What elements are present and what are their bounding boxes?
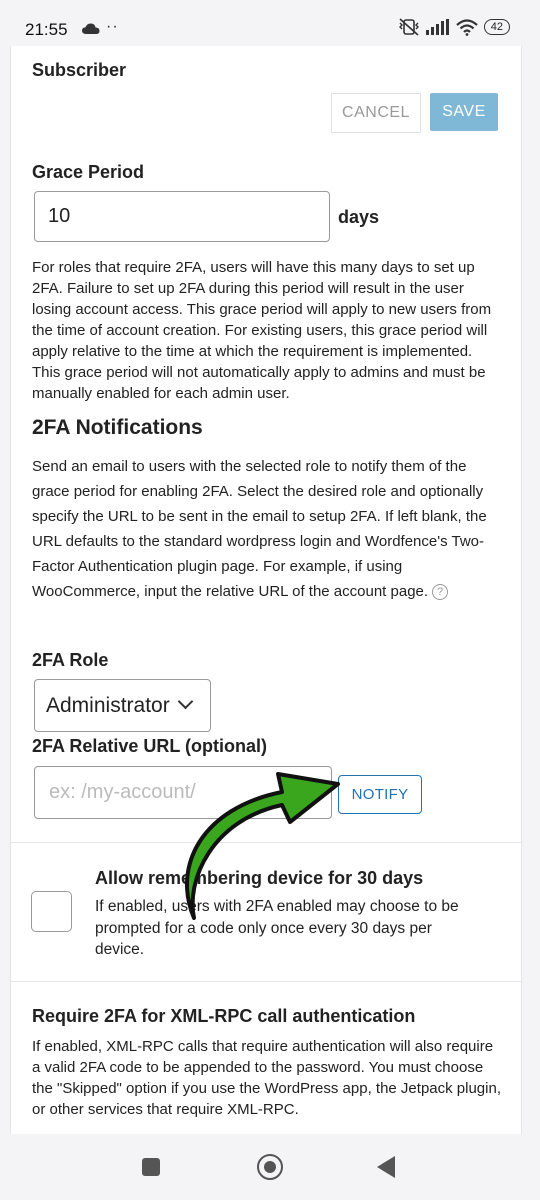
remember-device-checkbox[interactable] (31, 891, 72, 932)
xmlrpc-description: If enabled, XML-RPC calls that require a… (32, 1038, 501, 1118)
divider (11, 981, 521, 982)
grace-description: For roles that require 2FA, users will h… (32, 259, 492, 402)
url-label: 2FA Relative URL (optional) (32, 736, 268, 756)
status-bar: 21:55 ·· 42 (0, 0, 540, 50)
save-button[interactable]: SAVE (430, 93, 498, 131)
help-icon[interactable]: ? (432, 584, 449, 600)
chevron-down-icon (177, 693, 193, 710)
divider (11, 842, 521, 843)
battery-icon: 42 (483, 19, 510, 35)
settings-card: Subscriber CANCEL SAVE Grace Period 10 d… (10, 46, 522, 1134)
wifi-icon (456, 18, 478, 36)
status-indicators: 42 (398, 18, 510, 36)
notifications-description-text: Send an email to users with the selected… (32, 458, 487, 600)
vibrate-off-icon (398, 18, 419, 36)
role-label: 2FA Role (32, 650, 109, 670)
signal-icon (425, 19, 449, 35)
remember-device-description: If enabled, users with 2FA enabled may c… (95, 898, 459, 958)
cloud-icon (82, 22, 100, 40)
back-icon[interactable] (377, 1156, 395, 1178)
role-select[interactable]: Administrator (34, 679, 211, 732)
notify-button[interactable]: NOTIFY (338, 775, 422, 814)
grace-period-input[interactable]: 10 (34, 191, 330, 242)
more-notifications-icon: ·· (106, 18, 119, 35)
system-nav-bar (0, 1134, 540, 1200)
remember-device-title: Allow remembering device for 30 days (95, 868, 424, 888)
xmlrpc-title: Require 2FA for XML-RPC call authenticat… (32, 1006, 416, 1026)
recent-apps-icon[interactable] (142, 1158, 160, 1176)
home-icon[interactable] (257, 1154, 283, 1180)
grace-period-label: Grace Period (32, 162, 145, 182)
grace-unit-label: days (338, 207, 380, 227)
cancel-button[interactable]: CANCEL (331, 93, 421, 133)
notifications-heading: 2FA Notifications (32, 416, 203, 439)
url-input[interactable]: ex: /my-account/ (34, 766, 332, 819)
role-title: Subscriber (32, 60, 127, 80)
status-time: 21:55 (25, 20, 68, 39)
role-select-value: Administrator (46, 693, 170, 717)
notifications-description: Send an email to users with the selected… (32, 454, 502, 604)
